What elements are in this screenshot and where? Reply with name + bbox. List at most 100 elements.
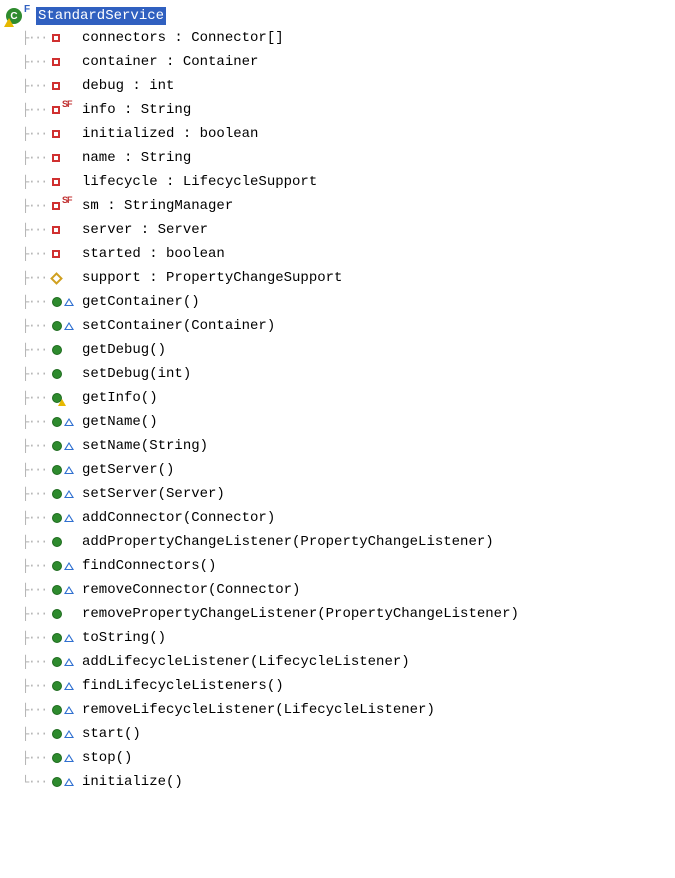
tree-connector: └···: [22, 775, 52, 789]
public-method-icon: [52, 561, 82, 571]
tree-item[interactable]: ├··· addConnector(Connector): [22, 506, 671, 530]
tree-connector: ├···: [22, 319, 52, 333]
tree-item[interactable]: ├···initialized : boolean: [22, 122, 671, 146]
circle-icon: [52, 705, 62, 715]
tree-item[interactable]: ├···start(): [22, 722, 671, 746]
tree-item[interactable]: ├···setName(String): [22, 434, 671, 458]
square-icon: [52, 34, 60, 42]
circle-icon: [52, 465, 62, 475]
square-icon: [52, 82, 60, 90]
member-label: support : PropertyChangeSupport: [82, 270, 342, 286]
tree-item[interactable]: ├··· findConnectors(): [22, 554, 671, 578]
circle-icon: [52, 489, 62, 499]
tree-item[interactable]: ├···findLifecycleListeners(): [22, 674, 671, 698]
tree-item[interactable]: ├···removeLifecycleListener(LifecycleLis…: [22, 698, 671, 722]
private-field-icon: [52, 82, 82, 90]
member-label: container : Container: [82, 54, 258, 70]
tree-item[interactable]: ├···support : PropertyChangeSupport: [22, 266, 671, 290]
tree-item[interactable]: ├···toString(): [22, 626, 671, 650]
tree-item[interactable]: ├···server : Server: [22, 218, 671, 242]
override-icon: [64, 562, 74, 570]
tree-item[interactable]: ├···getName(): [22, 410, 671, 434]
default-field-icon: [52, 274, 82, 283]
circle-icon: [52, 609, 62, 619]
tree-item[interactable]: ├···container : Container: [22, 50, 671, 74]
override-icon: [64, 754, 74, 762]
tree-item[interactable]: ├··· getInfo(): [22, 386, 671, 410]
tree-item[interactable]: ├···removePropertyChangeListener(Propert…: [22, 602, 671, 626]
circle-icon: [52, 345, 62, 355]
square-icon: [52, 226, 60, 234]
private-field-icon: SF: [52, 106, 82, 114]
member-label: findConnectors(): [82, 558, 216, 574]
tree-item[interactable]: ├···connectors : Connector[]: [22, 26, 671, 50]
tree-item[interactable]: ├···setContainer(Container): [22, 314, 671, 338]
tree-connector: ├···: [22, 607, 52, 621]
tree-item[interactable]: ├···removeConnector(Connector): [22, 578, 671, 602]
tree-connector: ├···: [22, 103, 52, 117]
tree-item[interactable]: ├···setDebug(int): [22, 362, 671, 386]
public-method-icon: [52, 345, 82, 355]
private-field-icon: [52, 154, 82, 162]
tree-connector: ├···: [22, 751, 52, 765]
square-icon: [52, 106, 60, 114]
tree-item[interactable]: ├···getContainer(): [22, 290, 671, 314]
public-method-icon: [52, 681, 82, 691]
tree-item[interactable]: ├···debug : int: [22, 74, 671, 98]
member-label: setDebug(int): [82, 366, 191, 382]
public-method-icon: [52, 417, 82, 427]
override-icon: [64, 298, 74, 306]
circle-icon: [52, 537, 62, 547]
tree-item[interactable]: ├···setServer(Server): [22, 482, 671, 506]
tree-item[interactable]: ├···addPropertyChangeListener(PropertyCh…: [22, 530, 671, 554]
public-method-icon: [52, 537, 82, 547]
private-field-icon: [52, 58, 82, 66]
circle-icon: [52, 441, 62, 451]
private-field-icon: SF: [52, 202, 82, 210]
tree-item[interactable]: ├···getDebug(): [22, 338, 671, 362]
tree-item[interactable]: └···initialize(): [22, 770, 671, 794]
public-method-icon: [52, 729, 82, 739]
public-method-icon: [52, 777, 82, 787]
tree-item[interactable]: ├···addLifecycleListener(LifecycleListen…: [22, 650, 671, 674]
override-icon: [64, 490, 74, 498]
tree-connector: ├···: [22, 679, 52, 693]
outline-tree[interactable]: C F StandardService ├···connectors : Con…: [0, 0, 675, 804]
member-label: addConnector(Connector): [82, 510, 275, 526]
circle-icon: [52, 657, 62, 667]
circle-icon: [52, 753, 62, 763]
member-label: start(): [82, 726, 141, 742]
public-method-icon: [52, 513, 82, 523]
tree-item[interactable]: ├···getServer(): [22, 458, 671, 482]
square-icon: [52, 130, 60, 138]
circle-icon: [52, 729, 62, 739]
tree-children: ├···connectors : Connector[]├···containe…: [6, 26, 671, 794]
override-icon: [64, 706, 74, 714]
circle-icon: [52, 585, 62, 595]
tree-item[interactable]: ├···SFsm : StringManager: [22, 194, 671, 218]
circle-icon: [52, 321, 62, 331]
public-method-icon: [52, 297, 82, 307]
member-label: getName(): [82, 414, 158, 430]
square-icon: [52, 178, 60, 186]
static-final-badge: SF: [62, 100, 72, 109]
member-label: started : boolean: [82, 246, 225, 262]
tree-root-node[interactable]: C F StandardService: [6, 6, 671, 26]
tree-connector: ├···: [22, 391, 52, 405]
private-field-icon: [52, 250, 82, 258]
circle-icon: [52, 633, 62, 643]
tree-item[interactable]: ├···lifecycle : LifecycleSupport: [22, 170, 671, 194]
tree-connector: ├···: [22, 343, 52, 357]
tree-item[interactable]: ├···stop(): [22, 746, 671, 770]
tree-connector: ├···: [22, 559, 52, 573]
member-label: removeLifecycleListener(LifecycleListene…: [82, 702, 435, 718]
public-method-icon: [52, 753, 82, 763]
private-field-icon: [52, 226, 82, 234]
member-label: setName(String): [82, 438, 208, 454]
tree-item[interactable]: ├···started : boolean: [22, 242, 671, 266]
tree-item[interactable]: ├···name : String: [22, 146, 671, 170]
tree-item[interactable]: ├···SFinfo : String: [22, 98, 671, 122]
member-label: getInfo(): [82, 390, 158, 406]
tree-connector: ├···: [22, 511, 52, 525]
member-label: getContainer(): [82, 294, 200, 310]
